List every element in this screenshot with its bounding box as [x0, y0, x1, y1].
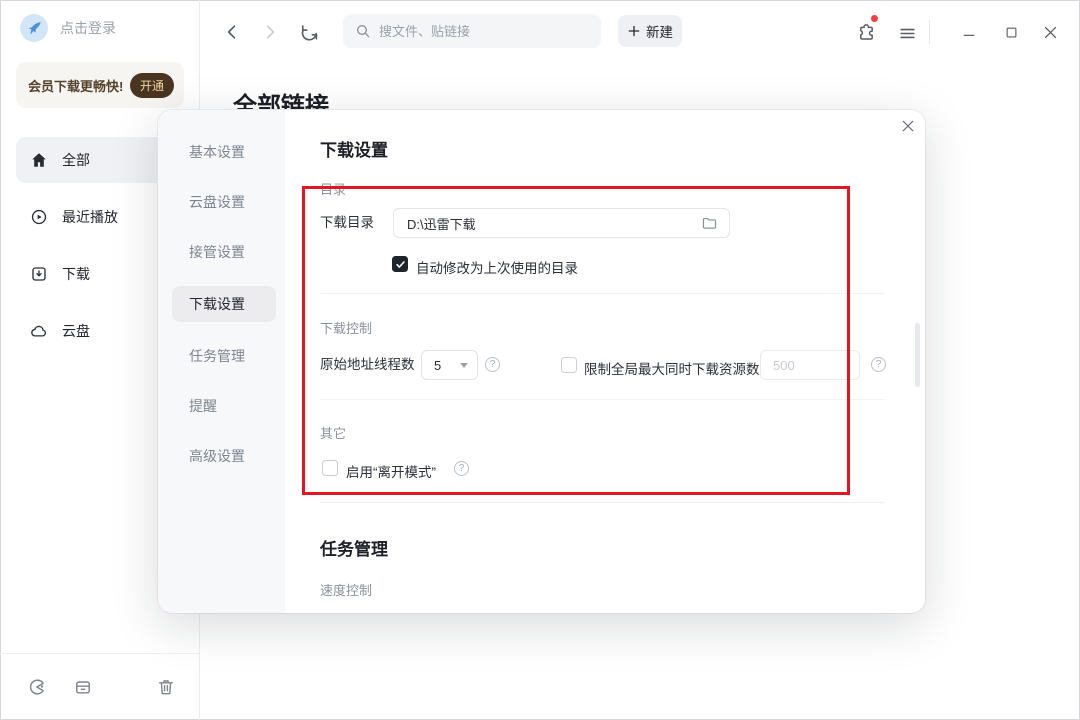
home-icon — [30, 151, 48, 169]
search-icon — [355, 23, 371, 39]
limit-global-checkbox[interactable] — [561, 357, 577, 373]
maximize-icon[interactable] — [999, 20, 1023, 44]
dialog-close-icon[interactable] — [894, 112, 922, 140]
section-label-directory: 目录 — [320, 179, 346, 198]
menu-icon[interactable] — [895, 21, 919, 45]
play-circle-icon — [30, 208, 48, 226]
sidebar-footer — [0, 670, 199, 704]
thread-count-value: 5 — [434, 358, 441, 373]
dialog-title: 下载设置 — [320, 136, 388, 161]
new-task-label: 新建 — [646, 21, 673, 41]
sidebar-item-label: 最近播放 — [62, 207, 118, 227]
help-icon[interactable]: ? — [485, 357, 500, 372]
app-logo — [20, 14, 48, 42]
titlebar-divider — [929, 20, 930, 44]
bird-logo-icon — [25, 19, 43, 37]
section-label-speed-control: 速度控制 — [320, 580, 372, 599]
app-window: 点击登录 会员下载更畅快! 开通 全部 最近播放 下载 — [0, 0, 1080, 720]
notification-dot — [871, 15, 878, 22]
sidebar-footer-divider — [0, 653, 199, 654]
settings-nav-task[interactable]: 任务管理 — [172, 338, 276, 374]
section-label-download-control: 下载控制 — [320, 318, 372, 337]
settings-nav: 基本设置 云盘设置 接管设置 下载设置 任务管理 提醒 高级设置 — [158, 110, 285, 613]
sidebar-item-label: 下载 — [62, 264, 90, 284]
task-management-title: 任务管理 — [320, 535, 388, 560]
puzzle-icon[interactable] — [854, 20, 878, 44]
check-icon — [395, 259, 406, 270]
back-icon[interactable] — [220, 20, 244, 44]
auto-change-dir-label[interactable]: 自动修改为上次使用的目录 — [416, 257, 578, 277]
help-icon[interactable]: ? — [454, 461, 469, 476]
sidebar-item-label: 全部 — [62, 150, 90, 170]
limit-count-input[interactable] — [760, 350, 860, 380]
close-icon[interactable] — [1038, 20, 1062, 44]
login-label[interactable]: 点击登录 — [60, 18, 116, 38]
vip-banner[interactable]: 会员下载更畅快! 开通 — [16, 62, 184, 108]
minimize-icon[interactable] — [957, 20, 981, 44]
trash-icon[interactable] — [156, 677, 176, 697]
search-box[interactable] — [343, 14, 601, 48]
dialog-scrollbar[interactable] — [915, 323, 920, 387]
refresh-icon[interactable] — [297, 20, 321, 44]
auto-change-dir-checkbox[interactable] — [392, 256, 408, 272]
download-dir-field[interactable] — [393, 208, 730, 238]
download-dir-label: 下载目录 — [320, 208, 374, 238]
limit-global-label[interactable]: 限制全局最大同时下载资源数 — [584, 358, 760, 378]
download-box-icon — [30, 265, 48, 283]
divider — [320, 293, 885, 294]
pacman-icon[interactable] — [27, 677, 47, 697]
thread-count-label: 原始地址线程数 — [320, 350, 415, 380]
settings-nav-basic[interactable]: 基本设置 — [172, 134, 276, 170]
settings-nav-download[interactable]: 下载设置 — [172, 286, 276, 322]
vip-banner-text: 会员下载更畅快! — [28, 76, 123, 95]
settings-nav-takeover[interactable]: 接管设置 — [172, 234, 276, 270]
settings-nav-cloud[interactable]: 云盘设置 — [172, 184, 276, 220]
login-row[interactable]: 点击登录 — [20, 14, 116, 42]
new-task-button[interactable]: 新建 — [618, 15, 682, 47]
chevron-down-icon — [460, 363, 468, 368]
divider — [320, 502, 885, 503]
plus-icon — [627, 24, 641, 38]
thread-count-select[interactable]: 5 — [421, 350, 478, 380]
section-label-other: 其它 — [320, 423, 346, 442]
storage-box-icon[interactable] — [73, 677, 93, 697]
download-dir-input[interactable] — [407, 216, 701, 231]
divider — [320, 399, 885, 400]
settings-nav-advanced[interactable]: 高级设置 — [172, 438, 276, 474]
search-input[interactable] — [379, 24, 569, 39]
settings-nav-remind[interactable]: 提醒 — [172, 388, 276, 424]
leave-mode-checkbox[interactable] — [322, 460, 338, 476]
forward-icon[interactable] — [258, 20, 282, 44]
leave-mode-label[interactable]: 启用“离开模式” — [346, 461, 436, 481]
help-icon[interactable]: ? — [871, 357, 886, 372]
sidebar-item-label: 云盘 — [62, 321, 90, 341]
cloud-icon — [30, 322, 48, 340]
vip-open-button[interactable]: 开通 — [130, 73, 174, 98]
folder-icon[interactable] — [701, 215, 718, 232]
settings-dialog: 基本设置 云盘设置 接管设置 下载设置 任务管理 提醒 高级设置 下载设置 目录… — [158, 110, 925, 613]
